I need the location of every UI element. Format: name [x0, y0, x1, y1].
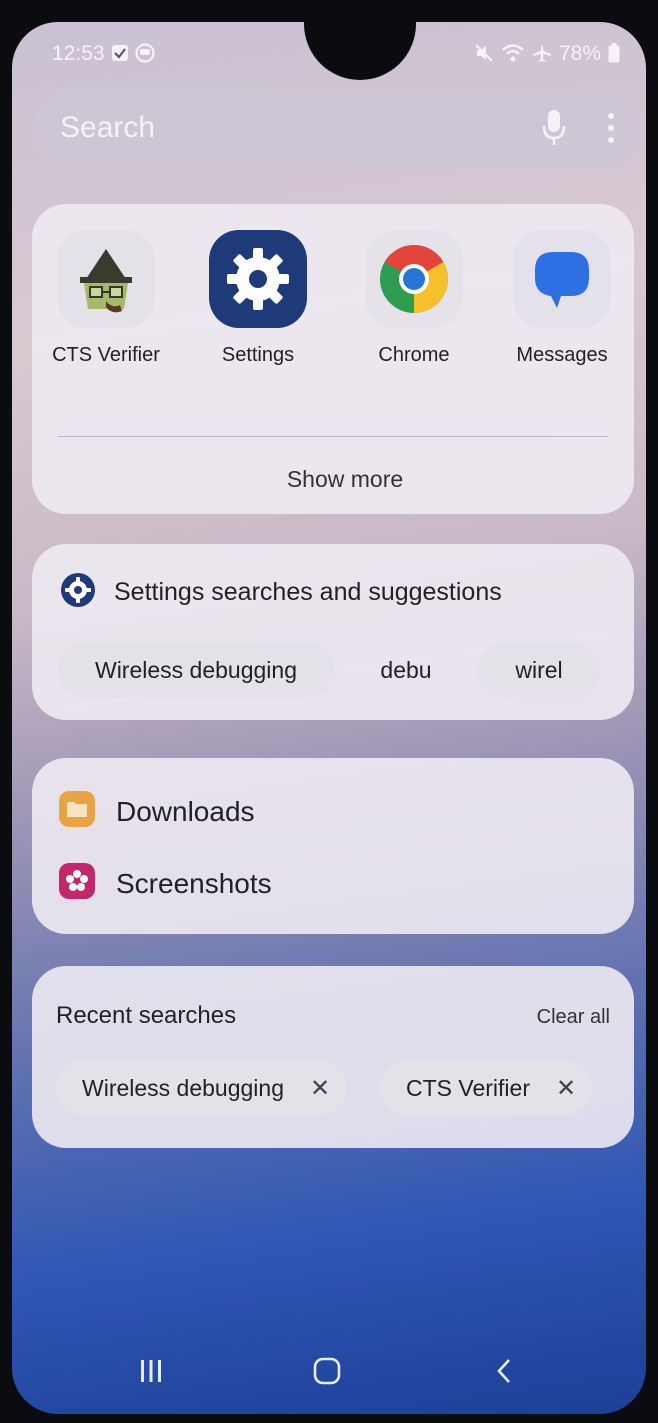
settings-suggestions-title: Settings searches and suggestions [114, 578, 502, 606]
status-time: 12:53 [52, 42, 105, 65]
recent-search-chip[interactable]: Wireless debugging ✕ [56, 1060, 347, 1116]
battery-icon [608, 42, 620, 66]
recent-searches-title: Recent searches [56, 1002, 237, 1029]
camera-notch [304, 22, 416, 80]
cts-verifier-icon [57, 230, 155, 328]
home-icon [313, 1357, 341, 1385]
navigation-bar [12, 1342, 646, 1402]
suggestion-chip[interactable]: Wireless debugging [58, 642, 334, 698]
chrome-icon [365, 230, 463, 328]
app-messages[interactable]: Messages [502, 230, 622, 367]
recent-searches-card: Recent searches Clear all Wireless debug… [32, 966, 634, 1148]
wifi-icon [501, 43, 525, 66]
divider [58, 436, 608, 437]
airplane-icon [532, 43, 552, 66]
settings-small-gear-icon [60, 572, 96, 613]
list-item-label: Screenshots [116, 867, 272, 899]
settings-suggestions-card: Settings searches and suggestions Wirele… [32, 544, 634, 720]
status-bar-left: 12:53 [52, 42, 155, 66]
recent-search-chip[interactable]: CTS Verifier ✕ [380, 1060, 593, 1116]
app-label: Settings [221, 344, 295, 366]
home-button[interactable] [304, 1348, 350, 1394]
search-input[interactable]: Search [60, 111, 534, 145]
recents-icon [141, 1360, 161, 1382]
settings-suggestions-header: Settings searches and suggestions [60, 572, 502, 613]
checkbox-notification-icon [111, 44, 129, 65]
more-options-icon[interactable] [596, 98, 626, 158]
suggestion-chip[interactable]: debu [368, 642, 444, 698]
list-item-screenshots[interactable]: Screenshots [58, 862, 272, 905]
list-item-downloads[interactable]: Downloads [58, 790, 255, 833]
screen: 12:53 78% Search CTS Verifier Settings C… [12, 22, 646, 1414]
settings-gear-icon [209, 230, 307, 328]
search-field[interactable]: Search [32, 88, 642, 168]
chevron-left-icon [497, 1359, 510, 1383]
app-label: CTS Verifier [52, 344, 160, 366]
suggestion-chip[interactable]: wirel [478, 642, 600, 698]
clear-all-button[interactable]: Clear all [537, 1006, 610, 1029]
app-label: Messages [516, 344, 608, 366]
files-card: Downloads Screenshots [32, 758, 634, 934]
close-icon[interactable]: ✕ [556, 1074, 576, 1103]
recent-search-label: Wireless debugging [82, 1074, 285, 1101]
phone-frame: 12:53 78% Search CTS Verifier Settings C… [0, 0, 658, 1423]
folder-icon [58, 790, 96, 833]
app-chrome[interactable]: Chrome [354, 230, 474, 367]
app-settings[interactable]: Settings [198, 230, 318, 367]
battery-percent: 78% [558, 42, 601, 65]
apps-results-card: CTS Verifier Settings Chrome Messages Sh… [32, 204, 634, 514]
app-label: Chrome [378, 344, 450, 366]
close-icon[interactable]: ✕ [310, 1074, 330, 1103]
messages-icon [513, 230, 611, 328]
app-cts-verifier[interactable]: CTS Verifier [46, 230, 166, 367]
back-button[interactable] [482, 1348, 528, 1394]
microphone-icon[interactable] [534, 105, 574, 151]
list-item-label: Downloads [116, 795, 255, 827]
mute-icon [474, 43, 494, 66]
flower-icon [58, 862, 96, 905]
show-more-button[interactable]: Show more [264, 456, 426, 502]
circle-notification-icon [134, 42, 155, 66]
recents-button[interactable] [128, 1348, 174, 1394]
status-bar-right: 78% [474, 42, 620, 66]
recent-search-label: CTS Verifier [406, 1074, 530, 1101]
